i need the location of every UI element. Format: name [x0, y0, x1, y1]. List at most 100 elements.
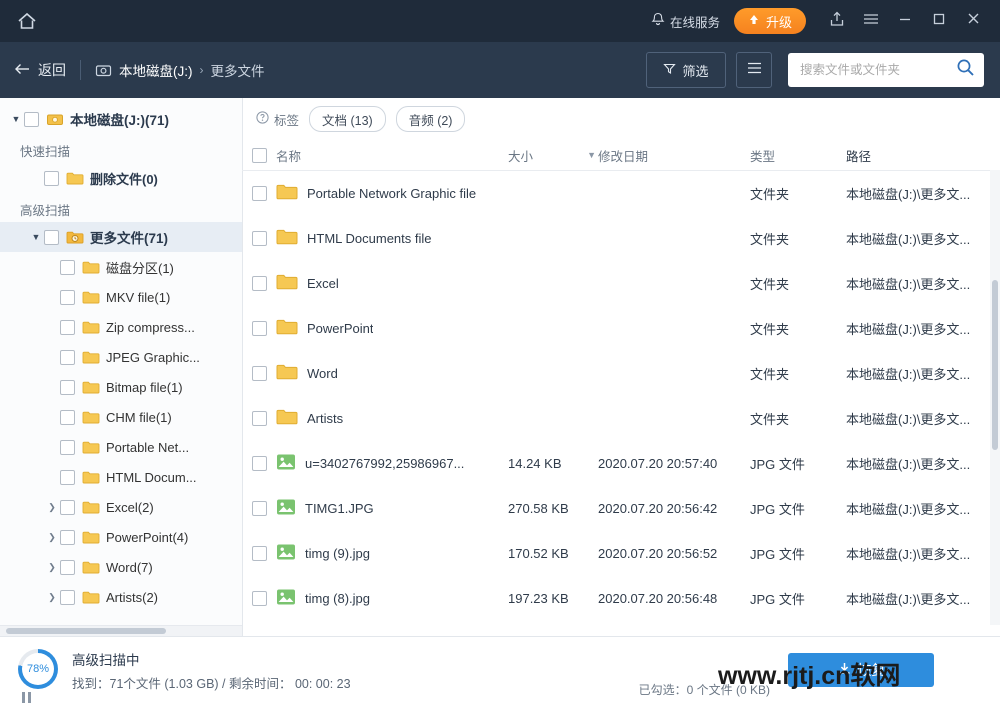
row-checkbox[interactable] [252, 186, 267, 201]
tag-chip-documents[interactable]: 文档 (13) [309, 106, 386, 132]
item-checkbox[interactable] [60, 470, 75, 485]
item-checkbox[interactable] [60, 590, 75, 605]
breadcrumb-disk[interactable]: 本地磁盘(J:) [119, 60, 193, 80]
row-checkbox[interactable] [252, 456, 267, 471]
row-name-cell[interactable]: TIMG1.JPG [276, 498, 508, 519]
chevron-right-icon[interactable]: ❯ [44, 562, 60, 573]
row-select-cell[interactable] [242, 186, 276, 201]
sidebar-item-more-files[interactable]: ▼ 更多文件(71) [0, 222, 242, 252]
row-name-cell[interactable]: Word [276, 363, 508, 384]
row-select-cell[interactable] [242, 456, 276, 471]
breadcrumb-current[interactable]: 更多文件 [211, 60, 265, 80]
column-header-size[interactable]: 大小 ▼ [508, 146, 598, 165]
more-files-checkbox[interactable] [44, 230, 59, 245]
row-name-cell[interactable]: Portable Network Graphic file [276, 183, 508, 204]
table-row[interactable]: PowerPoint 文件夹 本地磁盘(J:)\更多文... [242, 306, 1000, 351]
sidebar-item-deleted-files[interactable]: 删除文件(0) [0, 163, 242, 193]
row-checkbox[interactable] [252, 231, 267, 246]
sidebar-item-jpeg-graphic[interactable]: JPEG Graphic... [0, 342, 242, 372]
tag-chip-audio[interactable]: 音频 (2) [396, 106, 466, 132]
scrollbar-thumb[interactable] [992, 280, 998, 450]
table-row[interactable]: timg (8).jpg 197.23 KB 2020.07.20 20:56:… [242, 576, 1000, 621]
chevron-right-icon[interactable]: ❯ [44, 592, 60, 603]
row-name-cell[interactable]: Excel [276, 273, 508, 294]
chevron-down-icon[interactable]: ▼ [28, 232, 44, 242]
root-checkbox[interactable] [24, 112, 39, 127]
row-select-cell[interactable] [242, 411, 276, 426]
row-checkbox[interactable] [252, 591, 267, 606]
sidebar-item-chm-file[interactable]: CHM file(1) [0, 402, 242, 432]
row-name-cell[interactable]: Artists [276, 408, 508, 429]
search-input[interactable] [798, 62, 952, 78]
row-checkbox[interactable] [252, 546, 267, 561]
back-button[interactable]: 返回 [14, 60, 66, 80]
pause-button[interactable] [22, 692, 31, 703]
column-header-name[interactable]: 名称 [276, 146, 508, 165]
select-all-cell[interactable] [242, 148, 276, 163]
sidebar-item-disk-partition[interactable]: 磁盘分区(1) [0, 252, 242, 282]
table-row[interactable]: u=3402767992,25986967... 14.24 KB 2020.0… [242, 441, 1000, 486]
row-checkbox[interactable] [252, 366, 267, 381]
row-checkbox[interactable] [252, 411, 267, 426]
row-select-cell[interactable] [242, 591, 276, 606]
online-service-button[interactable]: 在线服务 [651, 12, 720, 31]
row-checkbox[interactable] [252, 501, 267, 516]
home-button[interactable] [0, 0, 54, 42]
sidebar-item-html-documents[interactable]: HTML Docum... [0, 462, 242, 492]
sidebar-horizontal-scrollbar[interactable] [0, 625, 242, 636]
sidebar-item-bitmap-file[interactable]: Bitmap file(1) [0, 372, 242, 402]
row-select-cell[interactable] [242, 321, 276, 336]
search-button[interactable] [952, 57, 978, 83]
row-name-cell[interactable]: u=3402767992,25986967... [276, 453, 508, 474]
close-button[interactable] [956, 0, 990, 42]
row-name-cell[interactable]: HTML Documents file [276, 228, 508, 249]
table-row[interactable]: Word 文件夹 本地磁盘(J:)\更多文... [242, 351, 1000, 396]
table-row[interactable]: Portable Network Graphic file 文件夹 本地磁盘(J… [242, 171, 1000, 216]
item-checkbox[interactable] [60, 350, 75, 365]
sidebar-item-artists[interactable]: ❯ Artists(2) [0, 582, 242, 612]
sidebar-item-root[interactable]: ▼ 本地磁盘(J:)(71) [0, 104, 242, 134]
chevron-down-icon[interactable]: ▼ [8, 114, 24, 124]
sidebar-item-excel[interactable]: ❯ Excel(2) [0, 492, 242, 522]
select-all-checkbox[interactable] [252, 148, 267, 163]
row-checkbox[interactable] [252, 276, 267, 291]
item-checkbox[interactable] [60, 500, 75, 515]
chevron-right-icon[interactable]: ❯ [44, 502, 60, 513]
row-select-cell[interactable] [242, 501, 276, 516]
file-list-vertical-scrollbar[interactable] [990, 170, 1000, 625]
table-row[interactable]: HTML Documents file 文件夹 本地磁盘(J:)\更多文... [242, 216, 1000, 261]
sidebar-item-powerpoint[interactable]: ❯ PowerPoint(4) [0, 522, 242, 552]
minimize-button[interactable] [888, 0, 922, 42]
chevron-right-icon[interactable]: ❯ [44, 532, 60, 543]
item-checkbox[interactable] [60, 380, 75, 395]
menu-button[interactable] [854, 0, 888, 42]
sidebar-item-zip-compressed[interactable]: Zip compress... [0, 312, 242, 342]
column-header-path[interactable]: 路径 [846, 146, 986, 165]
table-row[interactable]: timg (9).jpg 170.52 KB 2020.07.20 20:56:… [242, 531, 1000, 576]
row-checkbox[interactable] [252, 321, 267, 336]
row-name-cell[interactable]: timg (8).jpg [276, 588, 508, 609]
table-row[interactable]: Artists 文件夹 本地磁盘(J:)\更多文... [242, 396, 1000, 441]
item-checkbox[interactable] [60, 530, 75, 545]
item-checkbox[interactable] [60, 410, 75, 425]
search-box[interactable] [788, 53, 984, 87]
deleted-files-checkbox[interactable] [44, 171, 59, 186]
item-checkbox[interactable] [60, 290, 75, 305]
column-header-type[interactable]: 类型 [750, 146, 846, 165]
upgrade-button[interactable]: 升级 [734, 8, 806, 34]
maximize-button[interactable] [922, 0, 956, 42]
item-checkbox[interactable] [60, 560, 75, 575]
row-select-cell[interactable] [242, 276, 276, 291]
row-select-cell[interactable] [242, 546, 276, 561]
table-row[interactable]: Excel 文件夹 本地磁盘(J:)\更多文... [242, 261, 1000, 306]
tag-label[interactable]: 标签 [256, 110, 299, 129]
view-mode-button[interactable] [736, 52, 772, 88]
row-name-cell[interactable]: timg (9).jpg [276, 543, 508, 564]
item-checkbox[interactable] [60, 320, 75, 335]
sidebar-item-portable-network[interactable]: Portable Net... [0, 432, 242, 462]
filter-button[interactable]: 筛选 [646, 52, 726, 88]
column-header-date[interactable]: 修改日期 [598, 146, 750, 165]
sort-descending-icon[interactable]: ▼ [587, 150, 596, 160]
sidebar-item-word[interactable]: ❯ Word(7) [0, 552, 242, 582]
table-row[interactable]: TIMG1.JPG 270.58 KB 2020.07.20 20:56:42 … [242, 486, 1000, 531]
